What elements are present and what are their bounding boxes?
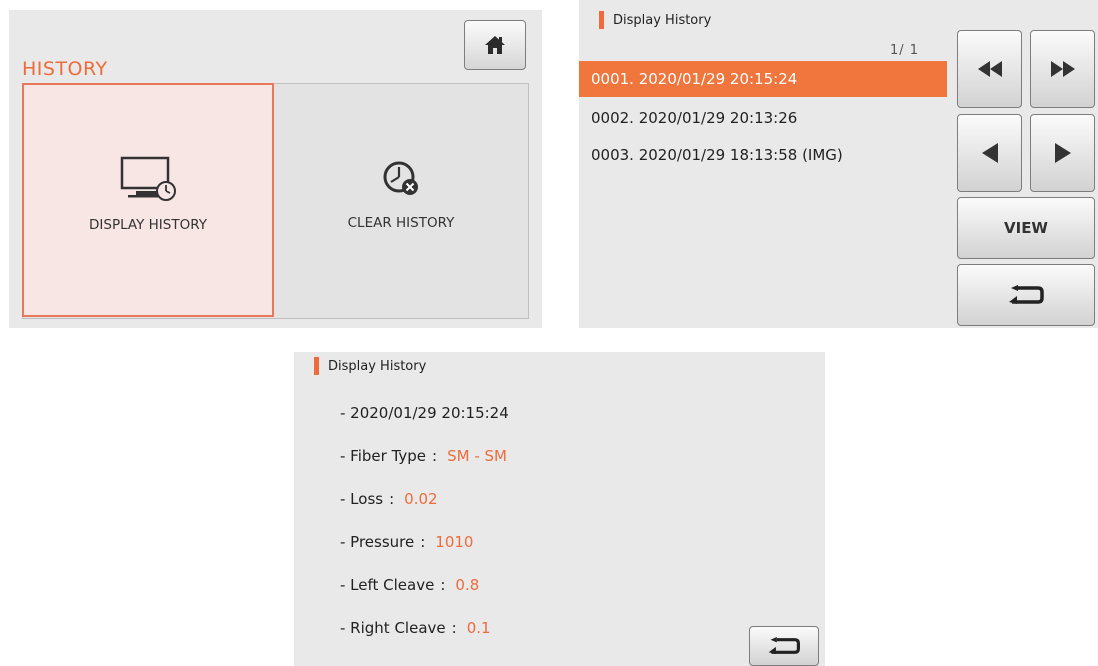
detail-field-right-cleave: - Right Cleave:0.1 bbox=[340, 619, 491, 637]
detail-field-pressure: - Pressure:1010 bbox=[340, 533, 473, 551]
detail-header-title: Display History bbox=[328, 358, 427, 374]
fast-forward-icon bbox=[1050, 61, 1075, 77]
page-title: HISTORY bbox=[22, 58, 108, 80]
page-indicator: 1/ 1 bbox=[890, 43, 920, 58]
field-value: 0.1 bbox=[466, 619, 491, 637]
detail-header: Display History bbox=[314, 356, 426, 376]
back-button[interactable] bbox=[957, 264, 1095, 326]
history-row[interactable]: 0003. 2020/01/29 18:13:58 (IMG) bbox=[579, 137, 947, 173]
detail-field-fiber-type: - Fiber Type: SM - SM bbox=[340, 447, 507, 465]
display-history-button[interactable]: DISPLAY HISTORY bbox=[22, 83, 274, 317]
field-separator: : bbox=[451, 619, 457, 637]
field-separator: : bbox=[440, 576, 446, 594]
field-label: - Right Cleave bbox=[340, 619, 446, 637]
field-label: - Pressure bbox=[340, 533, 415, 551]
history-detail-panel: Display History - 2020/01/29 20:15:24 - … bbox=[294, 352, 825, 666]
field-value: 0.02 bbox=[404, 490, 438, 508]
view-button[interactable]: VIEW bbox=[957, 197, 1095, 259]
clock-clear-icon bbox=[371, 153, 431, 203]
detail-back-button[interactable] bbox=[749, 626, 819, 666]
field-separator: : bbox=[389, 490, 395, 508]
clear-history-button[interactable]: CLEAR HISTORY bbox=[274, 83, 528, 317]
field-label: - Left Cleave bbox=[340, 576, 435, 594]
history-menu-panel: HISTORY DISPLAY HISTORY CLEAR HISTORY bbox=[9, 10, 542, 328]
return-arrow-icon bbox=[1009, 285, 1044, 304]
field-separator: : bbox=[420, 533, 426, 551]
detail-field-left-cleave: - Left Cleave:0.8 bbox=[340, 576, 479, 594]
return-arrow-icon bbox=[768, 637, 800, 655]
prev-page-button[interactable] bbox=[957, 114, 1022, 192]
detail-timestamp: - 2020/01/29 20:15:24 bbox=[340, 404, 509, 422]
history-row[interactable]: 0002. 2020/01/29 20:13:26 bbox=[579, 100, 947, 136]
view-label: VIEW bbox=[1004, 219, 1048, 237]
history-list-panel: Display History 1/ 1 0001. 2020/01/29 20… bbox=[579, 0, 1098, 328]
triangle-right-icon bbox=[1054, 143, 1071, 163]
home-icon bbox=[485, 36, 505, 54]
display-history-label: DISPLAY HISTORY bbox=[89, 217, 207, 233]
field-label: - Loss bbox=[340, 490, 384, 508]
field-label: - Fiber Type bbox=[340, 447, 427, 465]
triangle-left-icon bbox=[981, 143, 998, 163]
rewind-icon bbox=[977, 61, 1002, 77]
field-value: SM - SM bbox=[447, 447, 507, 465]
header-accent-bar bbox=[314, 357, 319, 375]
clear-history-label: CLEAR HISTORY bbox=[347, 215, 455, 231]
header-accent-bar bbox=[599, 11, 604, 29]
home-button[interactable] bbox=[464, 20, 526, 70]
field-separator: : bbox=[432, 447, 438, 465]
next-page-button[interactable] bbox=[1030, 114, 1095, 192]
monitor-clock-icon bbox=[108, 155, 188, 205]
detail-field-loss: - Loss:0.02 bbox=[340, 490, 438, 508]
history-row[interactable]: 0001. 2020/01/29 20:15:24 bbox=[579, 61, 947, 97]
list-header: Display History bbox=[599, 10, 711, 30]
field-value: 0.8 bbox=[455, 576, 480, 594]
field-value: 1010 bbox=[435, 533, 474, 551]
list-header-title: Display History bbox=[613, 12, 712, 28]
first-page-button[interactable] bbox=[957, 30, 1022, 108]
last-page-button[interactable] bbox=[1030, 30, 1095, 108]
